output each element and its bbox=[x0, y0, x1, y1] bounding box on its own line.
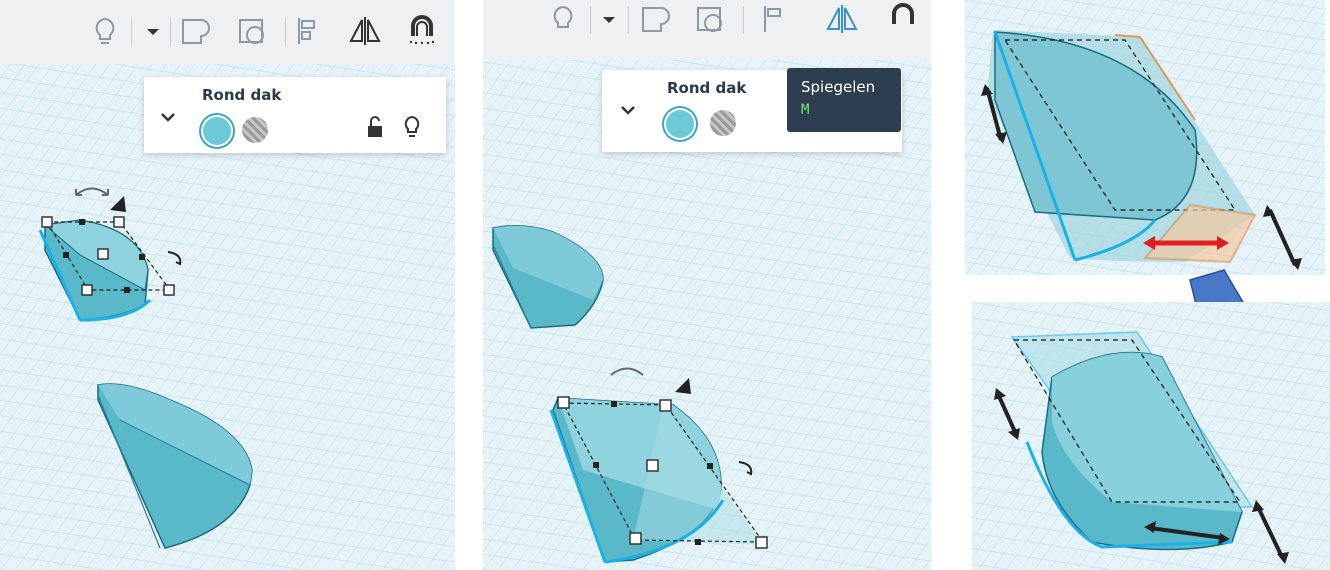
toolbar-separator bbox=[590, 6, 591, 34]
toolbar bbox=[483, 0, 931, 60]
dropdown-caret-icon[interactable] bbox=[136, 14, 170, 48]
panel-right-bottom-workplane bbox=[972, 302, 1330, 570]
lightbulb-icon[interactable] bbox=[88, 14, 122, 48]
panel-right-top-workplane bbox=[965, 0, 1325, 275]
align-icon[interactable] bbox=[759, 2, 793, 36]
solid-color-swatch[interactable] bbox=[203, 117, 231, 145]
toolbar-separator bbox=[131, 18, 132, 46]
ungroup-icon[interactable] bbox=[235, 14, 269, 48]
lightbulb-icon[interactable] bbox=[546, 2, 580, 36]
panel-left-workplane: Rond dak bbox=[0, 0, 455, 570]
solid-color-swatch[interactable] bbox=[666, 110, 694, 138]
workplane-grid bbox=[965, 0, 1325, 275]
toolbar-separator bbox=[743, 6, 744, 34]
group-icon[interactable] bbox=[638, 2, 672, 36]
hole-swatch[interactable] bbox=[242, 117, 268, 143]
shape-name: Rond dak bbox=[667, 79, 747, 97]
mirror-icon[interactable] bbox=[348, 14, 382, 48]
workplane-grid bbox=[972, 302, 1330, 570]
toolbar bbox=[0, 0, 455, 64]
magnet-icon[interactable] bbox=[405, 14, 439, 48]
shape-name: Rond dak bbox=[202, 86, 282, 104]
toolbar-separator bbox=[285, 18, 286, 46]
magnet-icon[interactable] bbox=[886, 2, 920, 36]
tooltip-title: Spiegelen bbox=[801, 78, 876, 96]
mirror-tooltip: Spiegelen M bbox=[787, 68, 901, 132]
tooltip-shortcut: M bbox=[801, 102, 810, 118]
align-icon[interactable] bbox=[293, 14, 327, 48]
ungroup-icon[interactable] bbox=[693, 2, 727, 36]
toolbar-separator bbox=[628, 6, 629, 34]
panel-middle-workplane: Rond dak Spiegelen M bbox=[483, 0, 931, 570]
chevron-down-icon[interactable] bbox=[160, 109, 176, 125]
group-icon[interactable] bbox=[178, 14, 212, 48]
shape-properties-panel: Rond dak bbox=[144, 77, 446, 153]
hole-swatch[interactable] bbox=[710, 110, 736, 136]
mirror-icon[interactable] bbox=[825, 2, 859, 36]
chevron-down-icon[interactable] bbox=[620, 102, 636, 118]
dropdown-caret-icon[interactable] bbox=[592, 2, 626, 36]
toolbar-separator bbox=[170, 18, 171, 46]
